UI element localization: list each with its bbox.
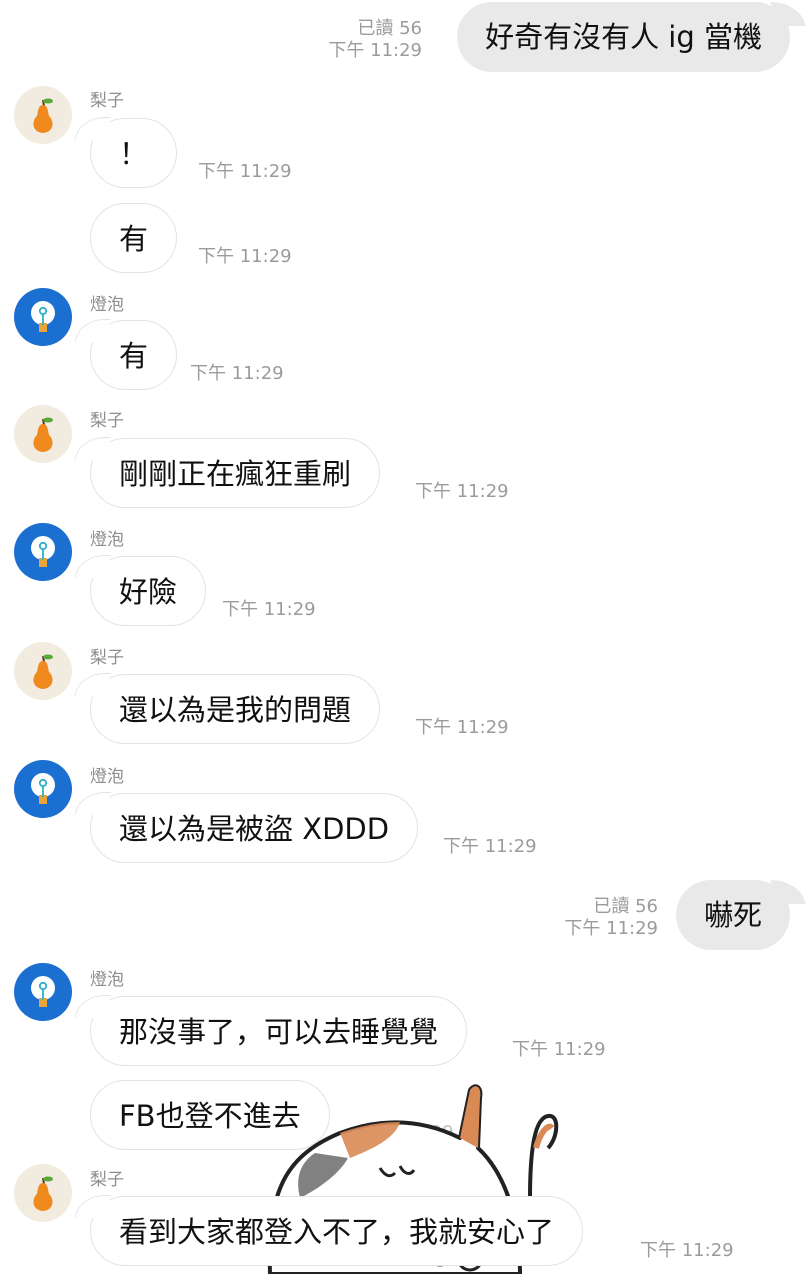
lightbulb-avatar[interactable] [14,963,72,1021]
sender-name: 梨子 [90,648,124,668]
message-time: 下午 11:29 [198,246,292,267]
lightbulb-icon [31,773,55,804]
outgoing-message-bubble[interactable]: 嚇死 [675,880,790,950]
pear-avatar[interactable] [14,642,72,700]
sender-name: 梨子 [90,91,124,111]
incoming-message-bubble[interactable]: 還以為是被盜 XDDD [90,793,419,863]
incoming-message-bubble[interactable]: FB也登不進去 [90,1080,330,1150]
message-time: 下午 11:29 [415,717,509,738]
message-meta: 已讀 56 下午 11:29 [564,896,658,940]
lightbulb-avatar[interactable] [14,288,72,346]
sender-name: 燈泡 [90,295,124,315]
sender-name: 梨子 [90,1170,124,1190]
lightbulb-icon [31,976,55,1007]
pear-avatar[interactable] [14,1164,72,1222]
lightbulb-avatar[interactable] [14,760,72,818]
sender-name: 燈泡 [90,767,124,787]
lightbulb-icon [31,536,55,567]
message-time: 下午 11:29 [415,481,509,502]
message-time: 下午 11:29 [198,161,292,182]
message-meta: 已讀 56 下午 11:29 [328,18,422,62]
lightbulb-icon [31,301,55,332]
read-receipt: 已讀 56 [593,896,658,917]
message-time: 下午 11:29 [222,599,316,620]
incoming-message-bubble[interactable]: 好險 [90,556,207,626]
incoming-message-bubble[interactable]: 看到大家都登入不了，我就安心了 [90,1196,584,1266]
incoming-message-bubble[interactable]: 有 [90,320,178,390]
message-time: 下午 11:29 [360,1122,454,1143]
chat-thread: 已讀 56 下午 11:29 好奇有沒有人 ig 當機 梨子 ！ 下午 11:2… [0,0,810,1274]
pear-avatar[interactable] [14,86,72,144]
outgoing-message-bubble[interactable]: 好奇有沒有人 ig 當機 [457,2,790,72]
incoming-message-bubble[interactable]: 剛剛正在瘋狂重刷 [90,438,381,508]
pear-icon [33,1176,53,1211]
incoming-message-bubble[interactable]: 還以為是我的問題 [90,674,381,744]
pear-icon [33,417,53,452]
incoming-message-bubble[interactable]: 那沒事了，可以去睡覺覺 [90,996,468,1066]
message-time: 下午 11:29 [443,836,537,857]
sender-name: 燈泡 [90,530,124,550]
incoming-message-bubble[interactable]: 有 [90,203,178,273]
sender-name: 燈泡 [90,970,124,990]
lightbulb-avatar[interactable] [14,523,72,581]
incoming-message-bubble[interactable]: ！ [90,118,178,188]
message-time: 下午 11:29 [328,40,422,61]
message-time: 下午 11:29 [512,1039,606,1060]
message-time: 下午 11:29 [190,363,284,384]
message-time: 下午 11:29 [564,918,658,939]
read-receipt: 已讀 56 [357,18,422,39]
sender-name: 梨子 [90,411,124,431]
pear-icon [33,654,53,689]
pear-icon [33,98,53,133]
message-time: 下午 11:29 [640,1240,734,1261]
pear-avatar[interactable] [14,405,72,463]
